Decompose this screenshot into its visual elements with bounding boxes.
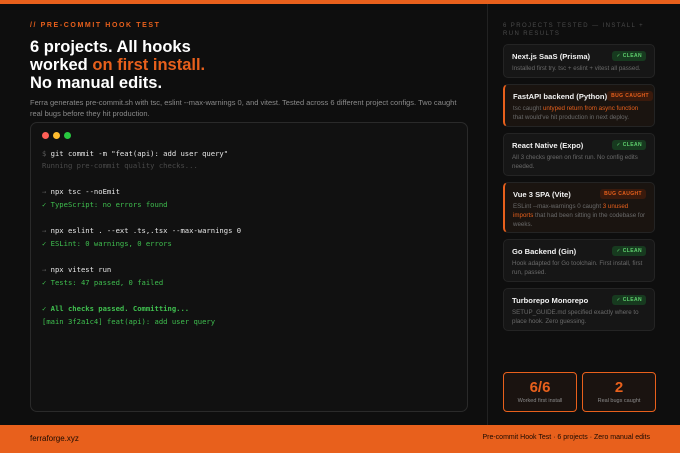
status-badge-clean: ✓ CLEAN [612, 295, 646, 305]
headline-line-1: 6 projects. All hooks [30, 38, 191, 56]
prompt-arrow-icon: → [42, 226, 47, 235]
status-badge-bug: BUG CAUGHT [600, 189, 646, 199]
project-card-nextjs: Next.js SaaS (Prisma) ✓ CLEAN Installed … [503, 44, 655, 78]
footer-caption: Pre-commit Hook Test · 6 projects · Zero… [482, 434, 650, 441]
project-description: ESLint --max-warnings 0 caught 3 unused … [513, 203, 646, 228]
eyebrow-label: // PRE-COMMIT HOOK TEST [30, 22, 161, 29]
project-card-turborepo: Turborepo Monorepo ✓ CLEAN SETUP_GUIDE.m… [503, 288, 655, 331]
stat-label: Worked first install [517, 398, 563, 404]
terminal-line-commit-hash: [main 3f2a1c4] feat(api): add user query [42, 317, 216, 326]
window-controls [42, 132, 71, 139]
status-badge-clean: ✓ CLEAN [612, 246, 646, 256]
prompt-arrow-icon: → [42, 187, 47, 196]
page-title: 6 projects. All hooks worked on first in… [30, 38, 470, 92]
minimize-dot-icon [53, 132, 60, 139]
top-accent-bar [0, 0, 680, 4]
terminal-line-vitest: → npx vitest run [42, 265, 111, 274]
project-description: tsc caught untyped return from async fun… [513, 105, 639, 121]
close-dot-icon [42, 132, 49, 139]
subtitle: Ferra generates pre-commit.sh with tsc, … [30, 98, 457, 118]
project-description: SETUP_GUIDE.md specified exactly where t… [512, 309, 639, 325]
project-description: Hook adapted for Go toolchain. First ins… [512, 260, 643, 276]
maximize-dot-icon [64, 132, 71, 139]
terminal-command: npx vitest run [50, 265, 112, 274]
terminal-line-eslint-result: ✓ ESLint: 0 warnings, 0 errors [42, 239, 172, 248]
terminal-window: $ git commit -m "feat(api): add user que… [30, 122, 468, 412]
project-description: All 3 checks green on first run. No conf… [512, 154, 638, 170]
terminal-line-tsc-result: ✓ TypeScript: no errors found [42, 200, 168, 209]
terminal-command: npx tsc --noEmit [50, 187, 120, 196]
project-title: FastAPI backend (Python) [513, 91, 608, 101]
terminal-line-git-commit: $ git commit -m "feat(api): add user que… [42, 149, 228, 158]
project-title: Vue 3 SPA (Vite) [513, 189, 571, 199]
headline-line-3: No manual edits. [30, 74, 163, 92]
terminal-line-vitest-result: ✓ Tests: 47 passed, 0 failed [42, 278, 164, 287]
bug-highlight: untyped return from async function [542, 105, 639, 112]
sidebar-title: 6 PROJECTS TESTED — INSTALL + RUN RESULT… [503, 23, 645, 37]
headline-highlight: on first install. [92, 56, 206, 74]
terminal-command: git commit -m "feat(api): add user query… [50, 149, 229, 158]
project-title: Turborepo Monorepo [512, 295, 589, 305]
intro-section: // PRE-COMMIT HOOK TEST 6 projects. All … [30, 22, 470, 119]
stat-bugs-caught: 2 Real bugs caught [582, 372, 656, 412]
project-title: Next.js SaaS (Prisma) [512, 51, 591, 61]
stat-value: 2 [614, 379, 624, 396]
stat-value: 6/6 [529, 379, 551, 396]
status-badge-clean: ✓ CLEAN [612, 51, 646, 61]
prompt-arrow-icon: → [42, 265, 47, 274]
stat-worked-first-install: 6/6 Worked first install [503, 372, 577, 412]
footer-site-link[interactable]: ferraforge.xyz [30, 434, 79, 443]
project-card-react-native: React Native (Expo) ✓ CLEAN All 3 checks… [503, 133, 655, 176]
project-card-vue: Vue 3 SPA (Vite) BUG CAUGHT ESLint --max… [503, 182, 655, 233]
status-badge-bug: BUG CAUGHT [607, 91, 653, 101]
prompt-symbol: $ [42, 149, 47, 158]
terminal-line-all-passed: ✓ All checks passed. Committing... [42, 304, 190, 313]
project-title: Go Backend (Gin) [512, 246, 577, 256]
status-badge-clean: ✓ CLEAN [612, 140, 646, 150]
stat-label: Real bugs caught [597, 398, 641, 404]
project-title: React Native (Expo) [512, 140, 584, 150]
terminal-line-tsc: → npx tsc --noEmit [42, 187, 120, 196]
terminal-line-eslint: → npx eslint . --ext .ts,.tsx --max-warn… [42, 226, 241, 235]
headline-line-2: worked [30, 56, 93, 74]
footer-bar: ferraforge.xyz Pre-commit Hook Test · 6 … [0, 425, 680, 453]
terminal-command: npx eslint . --ext .ts,.tsx --max-warnin… [50, 226, 242, 235]
terminal-line-running: Running pre-commit quality checks... [42, 161, 198, 170]
column-divider [487, 4, 488, 425]
project-card-fastapi: FastAPI backend (Python) BUG CAUGHT tsc … [503, 84, 655, 127]
project-description: Installed first try. tsc + eslint + vite… [512, 65, 641, 72]
project-card-go: Go Backend (Gin) ✓ CLEAN Hook adapted fo… [503, 239, 655, 282]
